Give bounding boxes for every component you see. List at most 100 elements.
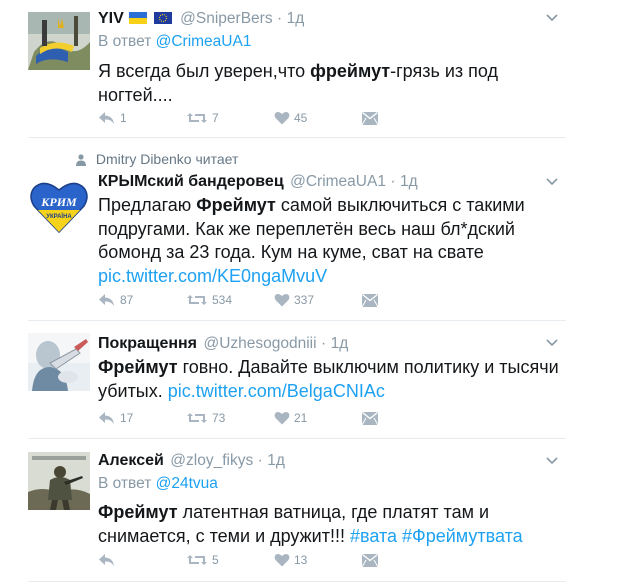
avatar-logo-text-2: УКРАЇНА bbox=[46, 213, 72, 220]
like-count: 337 bbox=[294, 293, 315, 307]
reply-prefix: В ответ bbox=[98, 475, 152, 492]
media-link[interactable]: pic.twitter.com/BelgaCNIAc bbox=[168, 381, 385, 401]
text-before: Предлагаю bbox=[98, 195, 197, 215]
tweet-4[interactable]: Алексей @zloy_fikys · 1д В ответ @24tvua… bbox=[0, 439, 620, 583]
avatar-logo-text-1: КРИМ bbox=[40, 195, 77, 209]
retweet-icon bbox=[186, 111, 208, 125]
timestamp[interactable]: 1д bbox=[287, 10, 305, 27]
retweet-icon bbox=[186, 553, 208, 567]
avatar[interactable]: КРИМ УКРАЇНА bbox=[28, 176, 90, 234]
reply-mention-link[interactable]: @CrimeaUA1 bbox=[156, 33, 252, 50]
media-link[interactable]: pic.twitter.com/KE0ngaMvuV bbox=[98, 266, 327, 286]
text-bold: Фреймут bbox=[98, 357, 178, 377]
eu-flag-icon bbox=[153, 10, 172, 24]
separator-dot: · bbox=[277, 10, 283, 27]
author-handle[interactable]: @SniperBers bbox=[180, 10, 272, 27]
reply-button[interactable]: 1 bbox=[98, 111, 186, 125]
reply-icon bbox=[98, 111, 116, 125]
timestamp[interactable]: 1д bbox=[267, 452, 285, 469]
like-count: 13 bbox=[294, 553, 308, 567]
author-name[interactable]: Покращення bbox=[98, 335, 197, 352]
tweet-text: Фреймут латентная ватница, где платят та… bbox=[98, 501, 568, 548]
timestamp[interactable]: 1д bbox=[400, 173, 418, 190]
envelope-icon bbox=[362, 111, 378, 125]
reply-button[interactable]: 87 bbox=[98, 293, 186, 307]
retweet-button[interactable]: 7 bbox=[186, 111, 274, 125]
like-count: 45 bbox=[294, 111, 308, 125]
direct-message-button[interactable] bbox=[362, 111, 450, 125]
tweet-actions: 5 13 bbox=[98, 550, 450, 570]
author-handle[interactable]: @zloy_fikys bbox=[170, 452, 253, 469]
separator-dot: · bbox=[321, 335, 327, 352]
direct-message-button[interactable] bbox=[362, 553, 450, 567]
direct-message-button[interactable] bbox=[362, 411, 450, 425]
author-name[interactable]: Алексей bbox=[98, 452, 164, 469]
retweet-count: 73 bbox=[212, 411, 226, 425]
chevron-down-icon[interactable] bbox=[546, 178, 558, 186]
retweet-button[interactable]: 534 bbox=[186, 293, 274, 307]
like-button[interactable]: 13 bbox=[274, 553, 362, 567]
author-handle[interactable]: @CrimeaUA1 bbox=[290, 173, 386, 190]
tweet-divider bbox=[28, 581, 566, 582]
reply-button[interactable]: 17 bbox=[98, 411, 186, 425]
chevron-down-icon[interactable] bbox=[546, 457, 558, 465]
heart-icon bbox=[274, 411, 290, 425]
reply-count: 87 bbox=[120, 293, 134, 307]
reply-context: В ответ @24tvua bbox=[98, 473, 568, 495]
heart-icon bbox=[274, 293, 290, 307]
reply-button[interactable] bbox=[98, 553, 186, 567]
avatar[interactable] bbox=[28, 333, 90, 391]
retweet-count: 5 bbox=[212, 553, 219, 567]
tweet-1[interactable]: YIV @SniperBers · 1д В ответ @CrimeaUA1 … bbox=[0, 0, 620, 138]
heart-icon bbox=[274, 553, 290, 567]
reply-mention-link[interactable]: @24tvua bbox=[156, 475, 218, 492]
envelope-icon bbox=[362, 411, 378, 425]
ukraine-flag-icon bbox=[129, 10, 148, 24]
retweet-icon bbox=[186, 411, 208, 425]
chevron-down-icon[interactable] bbox=[546, 339, 558, 347]
author-handle[interactable]: @Uzhesogodniii bbox=[203, 335, 316, 352]
reply-context: В ответ @CrimeaUA1 bbox=[98, 31, 568, 53]
tweet-text: Фреймут говно. Давайте выключим политику… bbox=[98, 356, 568, 403]
like-count: 21 bbox=[294, 411, 308, 425]
tweet-3[interactable]: Покращення @Uzhesogodniii · 1д Фреймут г… bbox=[0, 321, 620, 439]
tweet-text: Я всегда был уверен,что фреймут-грязь из… bbox=[98, 60, 568, 107]
reply-icon bbox=[98, 411, 116, 425]
tweet-actions: 87 534 337 bbox=[98, 290, 450, 310]
like-button[interactable]: 337 bbox=[274, 293, 362, 307]
envelope-icon bbox=[362, 293, 378, 307]
reply-icon bbox=[98, 293, 116, 307]
reply-count: 1 bbox=[120, 111, 127, 125]
direct-message-button[interactable] bbox=[362, 293, 450, 307]
avatar[interactable] bbox=[28, 12, 90, 70]
retweet-count: 534 bbox=[212, 293, 233, 307]
avatar[interactable] bbox=[28, 452, 90, 510]
separator-dot: · bbox=[390, 173, 396, 190]
timestamp[interactable]: 1д bbox=[331, 335, 349, 352]
tweet-text: Предлагаю Фреймут самой выключиться с та… bbox=[98, 194, 568, 288]
tweet-2[interactable]: Dmitry Dibenko читает КРИМ УКРАЇНА КРЫМс… bbox=[0, 138, 620, 321]
retweet-button[interactable]: 73 bbox=[186, 411, 274, 425]
reply-prefix: В ответ bbox=[98, 33, 152, 50]
reply-count: 17 bbox=[120, 411, 134, 425]
reply-icon bbox=[98, 553, 116, 567]
hashtag-links[interactable]: #вата #Фреймутвата bbox=[350, 526, 523, 546]
tweet-actions: 17 73 21 bbox=[98, 408, 450, 428]
social-context: Dmitry Dibenko читает bbox=[76, 150, 238, 170]
author-name[interactable]: YIV bbox=[98, 10, 124, 27]
retweet-icon bbox=[186, 293, 208, 307]
like-button[interactable]: 21 bbox=[274, 411, 362, 425]
text-bold: Фреймут bbox=[98, 502, 178, 522]
text-bold: Фреймут bbox=[196, 195, 276, 215]
author-name[interactable]: КРЫМский бандеровец bbox=[98, 173, 284, 190]
heart-icon bbox=[274, 111, 290, 125]
text-bold: фреймут bbox=[310, 61, 391, 81]
retweet-button[interactable]: 5 bbox=[186, 553, 274, 567]
retweet-count: 7 bbox=[212, 111, 219, 125]
chevron-down-icon[interactable] bbox=[546, 14, 558, 22]
envelope-icon bbox=[362, 553, 378, 567]
tweet-actions: 1 7 45 bbox=[98, 108, 450, 128]
social-context-text[interactable]: Dmitry Dibenko читает bbox=[96, 151, 238, 167]
like-button[interactable]: 45 bbox=[274, 111, 362, 125]
separator-dot: · bbox=[257, 452, 263, 469]
